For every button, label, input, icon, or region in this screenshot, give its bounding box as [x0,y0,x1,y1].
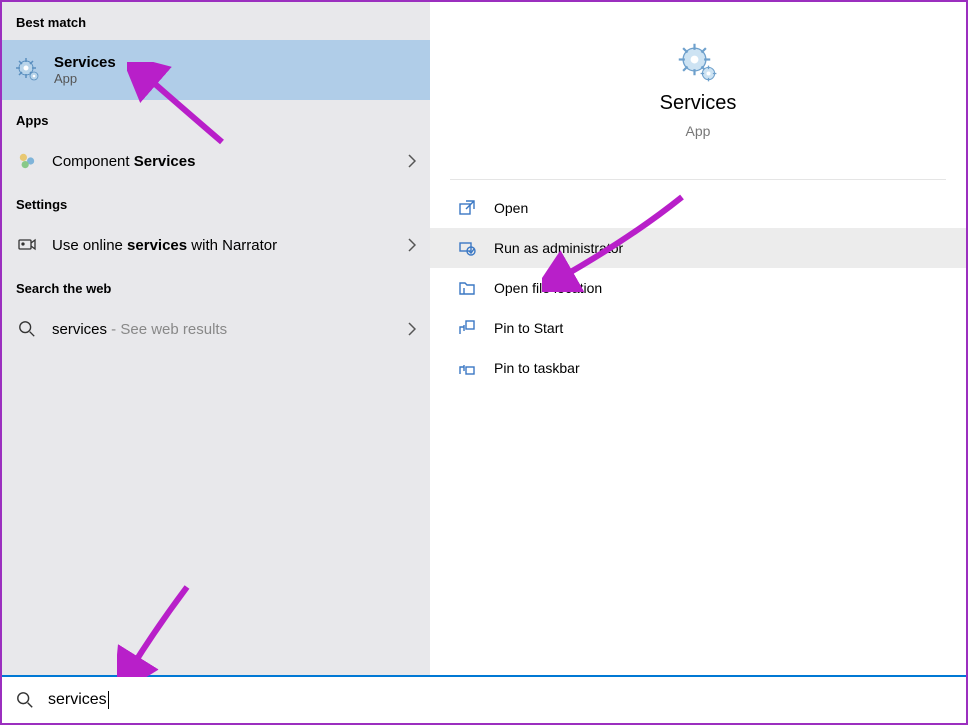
settings-header: Settings [2,184,430,222]
action-label: Pin to Start [494,320,563,336]
settings-item-narrator[interactable]: Use online services with Narrator [2,222,430,268]
best-match-sub: App [54,71,116,86]
best-match-title: Services [54,54,116,71]
search-icon [16,691,34,709]
preview-sub: App [686,123,711,139]
best-match-header: Best match [2,2,430,40]
best-match-item[interactable]: Services App [2,40,430,100]
action-label: Open file location [494,280,602,296]
apps-item-label: Component Services [52,153,394,170]
action-open-file-location[interactable]: Open file location [430,268,966,308]
results-panel: Best match Services App Apps Component S… [2,2,430,675]
services-large-icon [677,42,719,84]
action-open[interactable]: Open [430,188,966,228]
web-item-label: services - See web results [52,321,394,338]
chevron-right-icon [408,238,416,252]
open-icon [458,199,476,217]
chevron-right-icon [408,322,416,336]
web-header: Search the web [2,268,430,306]
action-label: Run as administrator [494,240,623,256]
apps-item-component-services[interactable]: Component Services [2,138,430,184]
narrator-icon [16,234,38,256]
chevron-right-icon [408,154,416,168]
web-item-services[interactable]: services - See web results [2,306,430,352]
action-pin-to-taskbar[interactable]: Pin to taskbar [430,348,966,388]
pin-taskbar-icon [458,359,476,377]
search-bar[interactable]: services [2,675,966,723]
search-icon [16,318,38,340]
preview-title: Services [660,92,737,115]
component-services-icon [16,150,38,172]
best-match-text: Services App [54,54,116,86]
preview-panel: Services App Open Run as administrator O… [430,2,966,675]
divider [450,179,946,180]
settings-item-label: Use online services with Narrator [52,237,394,254]
preview-header: Services App [430,42,966,179]
action-run-as-administrator[interactable]: Run as administrator [430,228,966,268]
search-input[interactable]: services [48,691,109,709]
action-label: Open [494,200,528,216]
pin-start-icon [458,319,476,337]
apps-header: Apps [2,100,430,138]
action-label: Pin to taskbar [494,360,580,376]
action-pin-to-start[interactable]: Pin to Start [430,308,966,348]
services-gear-icon [16,58,40,82]
folder-icon [458,279,476,297]
admin-icon [458,239,476,257]
